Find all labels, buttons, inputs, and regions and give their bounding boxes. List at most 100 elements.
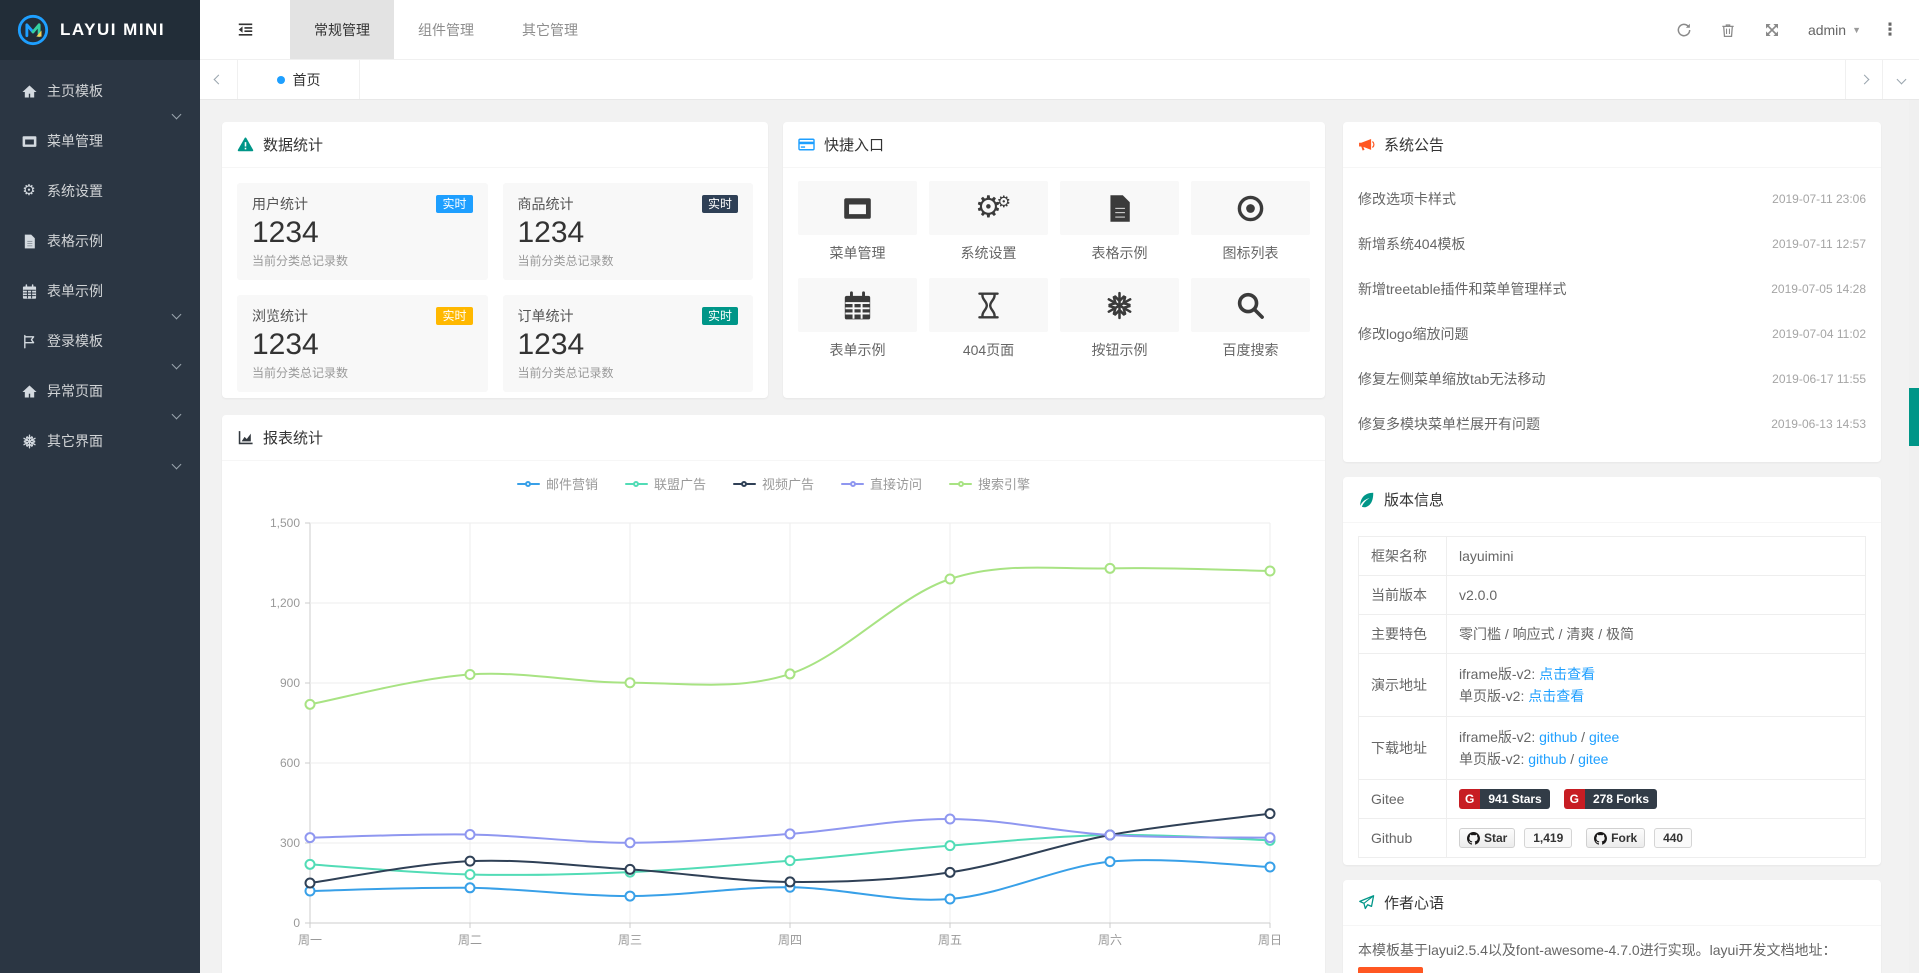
svg-text:周三: 周三 (618, 933, 642, 947)
legend-item-union-ads[interactable]: 联盟广告 (625, 474, 706, 493)
quick-entry-menu[interactable]: 菜单管理 (798, 181, 917, 263)
row-label: Gitee (1359, 780, 1447, 819)
tab-scroll-left-button[interactable] (200, 60, 238, 99)
realtime-badge: 实时 (436, 195, 472, 213)
gitee-forks-badge[interactable]: G278 Forks (1564, 789, 1657, 809)
fullscreen-button[interactable] (1750, 0, 1794, 60)
tab-controls (1845, 60, 1919, 99)
row-label: 当前版本 (1359, 576, 1447, 615)
trash-icon (1720, 22, 1736, 38)
github-star-count[interactable]: 1,419 (1524, 828, 1572, 848)
framework-name: layuimini (1447, 537, 1866, 576)
announcement-item[interactable]: 新增treetable插件和菜单管理样式 2019-07-05 14:28 (1358, 266, 1866, 311)
github-fork-count[interactable]: 440 (1654, 828, 1692, 848)
announcement-item[interactable]: 修复左侧菜单缩放tab无法移动 2019-06-17 11:55 (1358, 356, 1866, 401)
sidebar-item-other-ui[interactable]: 其它界面 (0, 416, 200, 466)
layui-doc-badge[interactable]: layui文档 (1358, 967, 1423, 973)
version-table: 框架名称 layuimini 当前版本 v2.0.0 主要特色 零门槛 / 响应… (1358, 536, 1866, 858)
announcement-date: 2019-06-17 11:55 (1762, 372, 1866, 386)
stat-box-orders[interactable]: 订单统计 实时 1234 当前分类总记录数 (503, 295, 754, 392)
page-tabbar: 首页 (200, 60, 1919, 100)
logo-bar[interactable]: LAYUI MINI (0, 0, 200, 60)
download-gitee-link[interactable]: gitee (1578, 751, 1608, 767)
top-header: 常规管理 组件管理 其它管理 admin ▼ ⋮ (200, 0, 1919, 60)
svg-text:周日: 周日 (1258, 933, 1282, 947)
collapse-sidebar-button[interactable] (200, 0, 290, 59)
hourglass-icon (974, 291, 1003, 320)
row-label: 主要特色 (1359, 615, 1447, 654)
card-header: 报表统计 (222, 415, 1325, 461)
card-title: 作者心语 (1384, 892, 1444, 913)
legend-item-search-engine[interactable]: 搜索引擎 (949, 474, 1030, 493)
quick-entry-table[interactable]: 表格示例 (1060, 181, 1179, 263)
data-statistics-card: 数据统计 用户统计 实时 1234 当前分类总记录数 商品统计 实时 12 (222, 122, 768, 398)
legend-item-video-ads[interactable]: 视频广告 (733, 474, 814, 493)
card-title: 快捷入口 (824, 134, 884, 155)
sidebar-item-home-template[interactable]: 主页模板 (0, 66, 200, 116)
announcement-item[interactable]: 修改logo缩放问题 2019-07-04 11:02 (1358, 311, 1866, 356)
tab-actions-dropdown-button[interactable] (1882, 60, 1919, 99)
demo-iframe-link[interactable]: 点击查看 (1539, 666, 1595, 682)
quick-entry-404[interactable]: 404页面 (929, 278, 1048, 360)
github-star-button[interactable]: Star (1459, 828, 1515, 848)
legend-item-email[interactable]: 邮件营销 (517, 474, 598, 493)
stat-box-users[interactable]: 用户统计 实时 1234 当前分类总记录数 (237, 183, 488, 280)
quick-entry-label: 系统设置 (929, 243, 1048, 263)
refresh-icon (1676, 22, 1692, 38)
svg-text:0: 0 (293, 916, 300, 930)
bullhorn-icon (1358, 136, 1375, 153)
quick-entry-icons[interactable]: 图标列表 (1191, 181, 1310, 263)
legend-item-direct[interactable]: 直接访问 (841, 474, 922, 493)
quick-entry-settings[interactable]: ⚙⚙ 系统设置 (929, 181, 1048, 263)
announcement-item[interactable]: 修改选项卡样式 2019-07-11 23:06 (1358, 176, 1866, 221)
sidebar-item-error-pages[interactable]: 异常页面 (0, 366, 200, 416)
header-tab-components[interactable]: 组件管理 (394, 0, 498, 59)
gitee-icon: G (1459, 789, 1480, 809)
stat-value: 1234 (518, 214, 739, 252)
dot-circle-icon (1236, 194, 1265, 223)
table-row: 框架名称 layuimini (1359, 537, 1866, 576)
tab-home[interactable]: 首页 (238, 60, 360, 99)
sidebar-item-menu-management[interactable]: 菜单管理 (0, 116, 200, 166)
github-fork-button[interactable]: Fork (1586, 828, 1645, 848)
stat-box-views[interactable]: 浏览统计 实时 1234 当前分类总记录数 (237, 295, 488, 392)
quick-entry-buttons[interactable]: 按钮示例 (1060, 278, 1179, 360)
sidebar-item-system-settings[interactable]: ⚙ 系统设置 (0, 166, 200, 216)
download-github-link[interactable]: github (1539, 729, 1577, 745)
tab-scroll-right-button[interactable] (1845, 60, 1882, 99)
quick-entry-form[interactable]: 表单示例 (798, 278, 917, 360)
quick-entry-label: 表单示例 (798, 340, 917, 360)
announcement-item[interactable]: 新增系统404模板 2019-07-11 12:57 (1358, 221, 1866, 266)
refresh-button[interactable] (1662, 0, 1706, 60)
row-label: Github (1359, 819, 1447, 858)
legend-marker (733, 483, 756, 485)
sidebar-item-login-template[interactable]: 登录模板 (0, 316, 200, 366)
sidebar-item-form-example[interactable]: 表单示例 (0, 266, 200, 316)
sidebar-menu: 主页模板 菜单管理 ⚙ 系统设置 表格示例 表单示例 登 (0, 60, 200, 466)
download-github-link[interactable]: github (1528, 751, 1566, 767)
table-row: 主要特色 零门槛 / 响应式 / 清爽 / 极简 (1359, 615, 1866, 654)
stat-description: 当前分类总记录数 (518, 252, 739, 269)
row-label: 演示地址 (1359, 654, 1447, 717)
stat-value: 1234 (518, 326, 739, 364)
download-gitee-link[interactable]: gitee (1589, 729, 1619, 745)
more-menu-button[interactable]: ⋮ (1875, 20, 1905, 40)
clear-cache-button[interactable] (1706, 0, 1750, 60)
stat-value: 1234 (252, 214, 473, 252)
vertical-scrollbar[interactable] (1909, 100, 1919, 973)
scrollbar-thumb[interactable] (1909, 388, 1919, 446)
sidebar-item-table-example[interactable]: 表格示例 (0, 216, 200, 266)
stat-box-goods[interactable]: 商品统计 实时 1234 当前分类总记录数 (503, 183, 754, 280)
demo-spa-link[interactable]: 点击查看 (1528, 688, 1584, 704)
table-row: 当前版本 v2.0.0 (1359, 576, 1866, 615)
svg-text:周五: 周五 (938, 933, 962, 947)
header-tab-general[interactable]: 常规管理 (290, 0, 394, 59)
quick-entry-baidu-search[interactable]: 百度搜索 (1191, 278, 1310, 360)
header-tab-other[interactable]: 其它管理 (498, 0, 602, 59)
active-tab-dot (277, 76, 285, 84)
svg-text:周四: 周四 (778, 933, 802, 947)
github-octocat-icon (1594, 832, 1607, 845)
announcement-item[interactable]: 修复多模块菜单栏展开有问题 2019-06-13 14:53 (1358, 401, 1866, 446)
user-dropdown[interactable]: admin ▼ (1794, 22, 1875, 38)
gitee-stars-badge[interactable]: G941 Stars (1459, 789, 1550, 809)
